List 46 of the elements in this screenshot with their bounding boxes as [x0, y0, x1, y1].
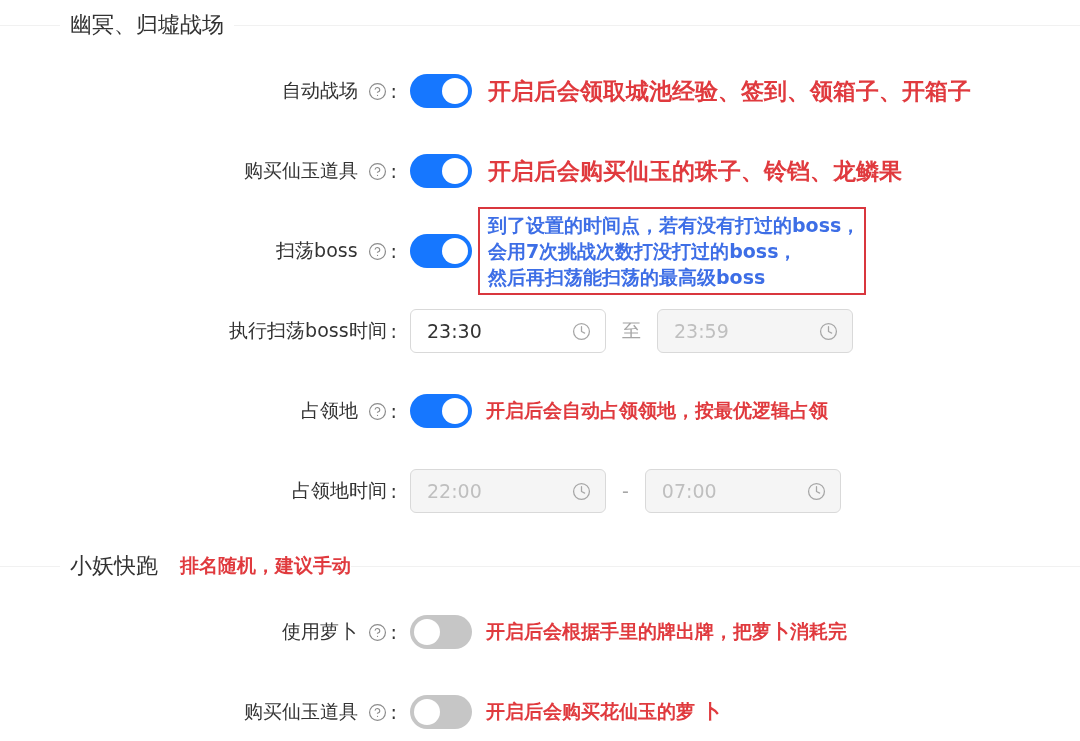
field-label: 占领地时间: [291, 478, 387, 503]
label-colon: :: [390, 480, 398, 502]
annotation-line: 然后再扫荡能扫荡的最高级boss: [488, 265, 767, 290]
field-label: 购买仙玉道具: [243, 699, 358, 724]
section-title: 小妖快跑: [70, 552, 158, 580]
label-colon: :: [390, 701, 398, 723]
toggle-switch[interactable]: [410, 74, 472, 108]
toggle-switch[interactable]: [410, 394, 472, 428]
annotation-text: 开启后会购买花仙玉的萝 卜: [486, 699, 721, 724]
clock-icon: [572, 321, 591, 341]
field-label: 执行扫荡boss时间: [229, 318, 387, 343]
label-colon: :: [390, 80, 398, 102]
annotation-text: 开启后会根据手里的牌出牌，把萝卜消耗完: [486, 619, 847, 644]
label-colon: :: [390, 621, 398, 643]
clock-icon: [806, 481, 826, 501]
clock-icon: [572, 481, 591, 501]
field-label: 购买仙玉道具: [243, 158, 358, 183]
help-icon[interactable]: [367, 401, 387, 421]
range-separator: -: [622, 480, 629, 502]
help-icon[interactable]: [367, 622, 387, 642]
help-icon[interactable]: [367, 161, 387, 181]
help-icon[interactable]: [367, 81, 387, 101]
toggle-switch[interactable]: [410, 695, 472, 729]
field-label: 占领地: [300, 398, 358, 423]
field-label: 扫荡boss: [276, 238, 358, 263]
clock-icon: [819, 321, 838, 341]
annotation-text: 开启后会自动占领领地，按最优逻辑占领: [486, 398, 828, 423]
time-field[interactable]: 23:30: [410, 309, 606, 353]
annotation-line: 到了设置的时间点，若有没有打过的boss，: [488, 213, 861, 238]
range-separator: 至: [622, 318, 641, 343]
label-colon: :: [390, 320, 398, 342]
help-icon[interactable]: [367, 702, 387, 722]
label-colon: :: [390, 240, 398, 262]
section-title: 幽冥、归墟战场: [70, 11, 224, 39]
annotation-text: 排名随机，建议手动: [180, 553, 351, 578]
label-colon: :: [390, 160, 398, 182]
annotation-line: 会用7次挑战次数打没打过的boss，: [488, 239, 799, 264]
toggle-switch[interactable]: [410, 234, 472, 268]
annotation-text: 开启后会领取城池经验、签到、领箱子、开箱子: [488, 76, 971, 106]
help-icon[interactable]: [367, 241, 387, 261]
toggle-switch[interactable]: [410, 615, 472, 649]
toggle-switch[interactable]: [410, 154, 472, 188]
label-colon: :: [390, 400, 398, 422]
field-label: 使用萝卜: [281, 619, 358, 644]
field-label: 自动战场: [281, 78, 358, 103]
annotation-text: 开启后会购买仙玉的珠子、铃铛、龙鳞果: [488, 156, 902, 186]
